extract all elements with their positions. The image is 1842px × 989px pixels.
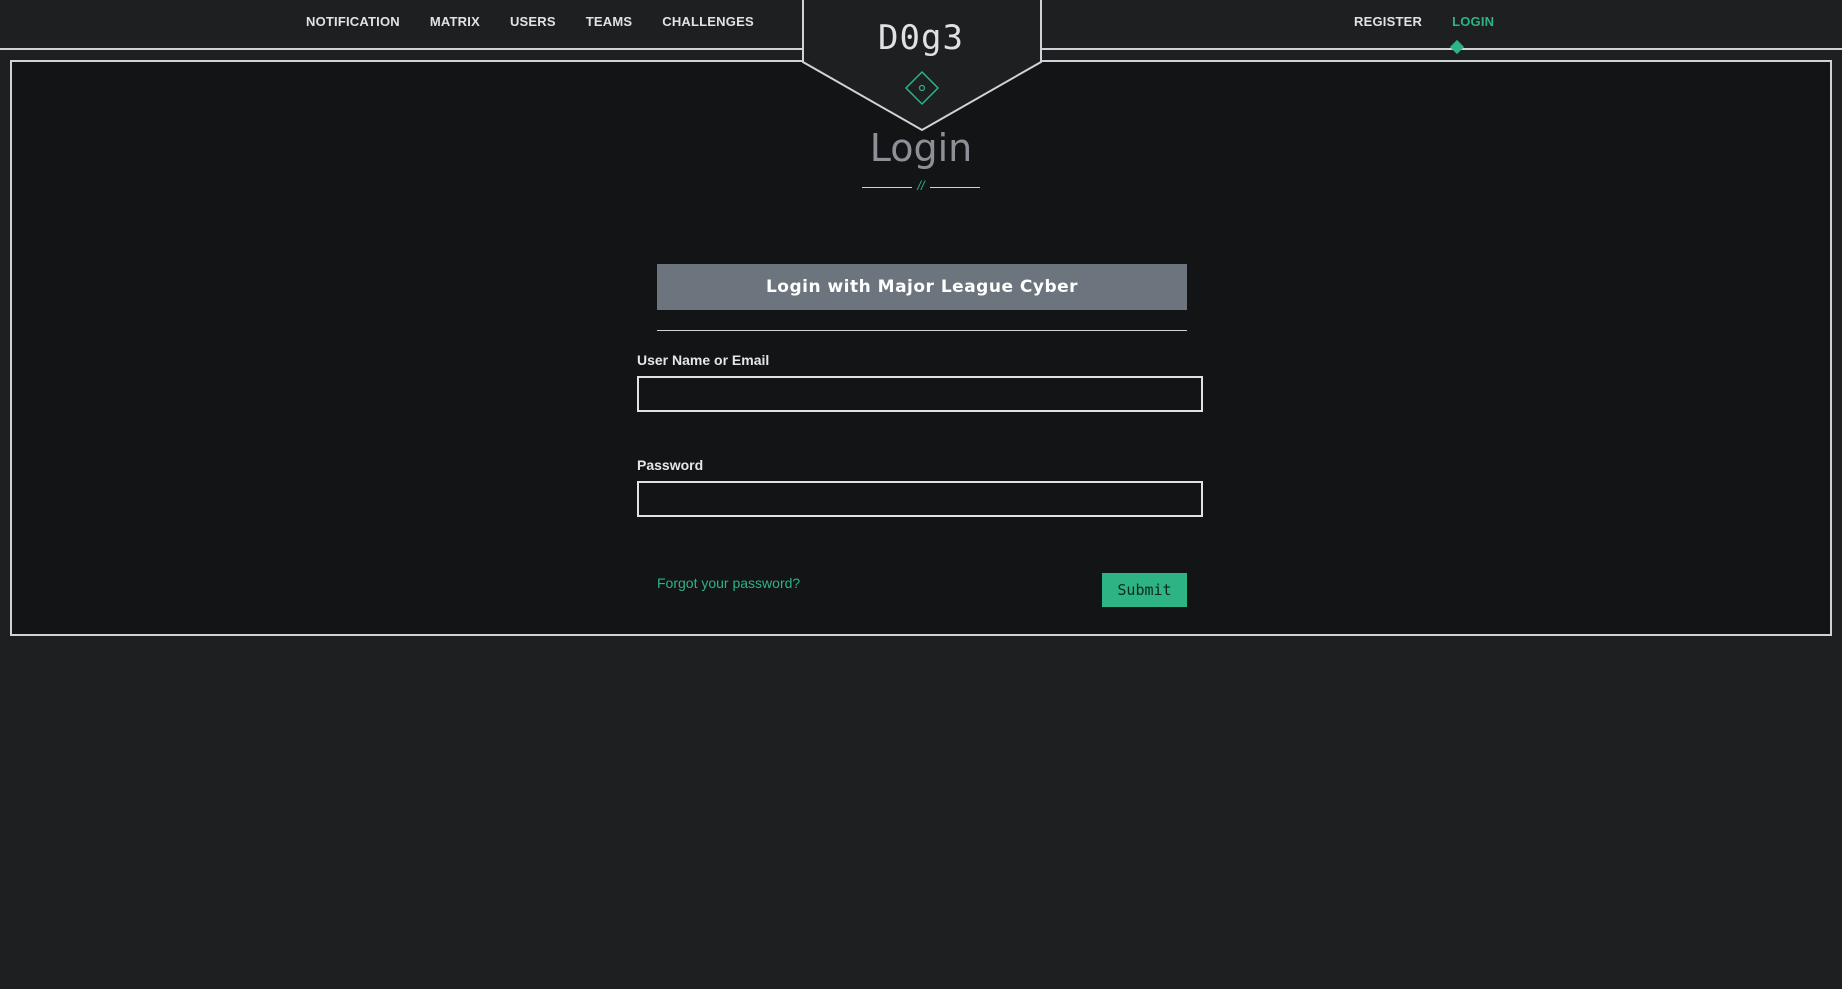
title-divider-line-left (862, 187, 912, 188)
nav-login[interactable]: LOGIN (1452, 14, 1494, 29)
password-label: Password (637, 457, 704, 473)
brand-logo-text[interactable]: D0g3 (871, 18, 971, 58)
page-title: Login (869, 126, 973, 170)
nav-left-group: NOTIFICATION MATRIX USERS TEAMS CHALLENG… (306, 14, 754, 29)
nav-register[interactable]: REGISTER (1354, 14, 1422, 29)
nav-matrix[interactable]: MATRIX (430, 14, 480, 29)
nav-notification[interactable]: NOTIFICATION (306, 14, 400, 29)
nav-right-group: REGISTER LOGIN (1354, 14, 1494, 29)
submit-button[interactable]: Submit (1102, 573, 1187, 607)
nav-challenges[interactable]: CHALLENGES (662, 14, 754, 29)
nav-teams[interactable]: TEAMS (586, 14, 633, 29)
mlc-login-button[interactable]: Login with Major League Cyber (657, 264, 1187, 310)
navbar-divider-right (1041, 48, 1842, 50)
username-input[interactable] (637, 376, 1203, 412)
title-divider-line-right (930, 187, 980, 188)
title-divider-glyph: // (917, 178, 925, 193)
navbar-divider-left (0, 48, 803, 50)
password-input[interactable] (637, 481, 1203, 517)
title-divider: // (862, 178, 980, 194)
username-label: User Name or Email (637, 352, 770, 368)
forgot-password-link[interactable]: Forgot your password? (657, 575, 800, 591)
form-divider (657, 330, 1187, 331)
nav-users[interactable]: USERS (510, 14, 556, 29)
